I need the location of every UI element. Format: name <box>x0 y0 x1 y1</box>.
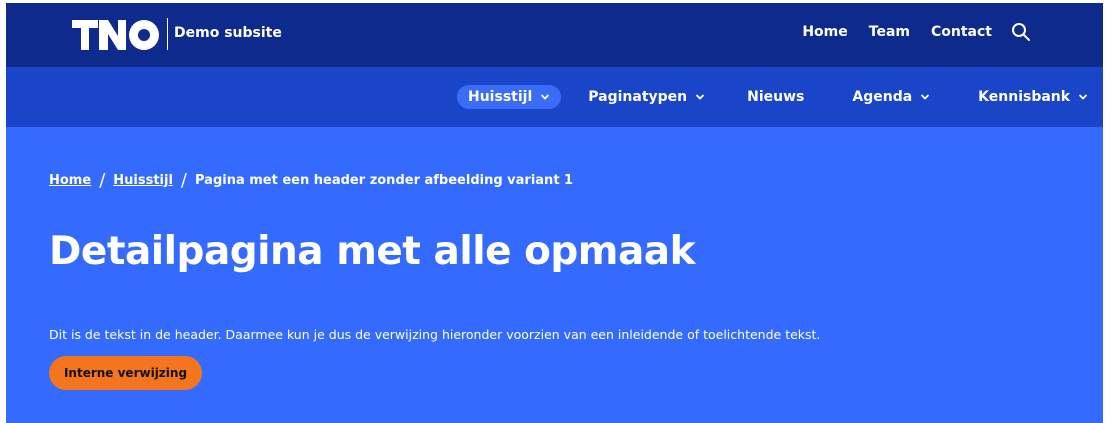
breadcrumb-home[interactable]: Home <box>49 173 91 188</box>
top-bar: Demo subsite Home Team Contact <box>6 3 1103 67</box>
breadcrumb-separator: / <box>99 170 106 191</box>
nav-item-nieuws[interactable]: Nieuws <box>736 85 815 109</box>
breadcrumb: Home / Huisstijl / Pagina met een header… <box>49 170 573 191</box>
top-link-contact[interactable]: Contact <box>931 24 992 40</box>
top-link-team[interactable]: Team <box>869 24 910 40</box>
nav-item-kennisbank[interactable]: Kennisbank <box>967 85 1099 109</box>
nav-label-paginatypen: Paginatypen <box>588 89 688 105</box>
nav-item-paginatypen[interactable]: Paginatypen <box>577 85 716 109</box>
breadcrumb-separator: / <box>180 170 187 191</box>
page-header: Home / Huisstijl / Pagina met een header… <box>6 127 1103 423</box>
nav-label-kennisbank: Kennisbank <box>978 89 1071 105</box>
chevron-down-icon <box>921 94 930 100</box>
subsite-name[interactable]: Demo subsite <box>174 25 282 41</box>
main-navigation: Huisstijl Paginatypen Nieuws Agenda Kenn… <box>6 67 1103 127</box>
header-intro-text: Dit is de tekst in de header. Daarmee ku… <box>49 326 821 342</box>
internal-link-button[interactable]: Interne verwijzing <box>49 356 202 390</box>
page-frame: Demo subsite Home Team Contact Huisstijl… <box>6 3 1103 423</box>
chevron-down-icon <box>695 94 705 100</box>
nav-item-agenda[interactable]: Agenda <box>841 85 941 109</box>
breadcrumb-huisstijl[interactable]: Huisstijl <box>113 173 173 188</box>
nav-label-agenda: Agenda <box>852 89 913 105</box>
tno-logo[interactable] <box>72 20 160 50</box>
breadcrumb-current: Pagina met een header zonder afbeelding … <box>195 173 574 188</box>
nav-label-huisstijl: Huisstijl <box>468 89 533 105</box>
logo-divider <box>167 18 168 50</box>
nav-item-huisstijl[interactable]: Huisstijl <box>457 85 562 109</box>
search-icon[interactable] <box>1011 22 1031 42</box>
nav-label-nieuws: Nieuws <box>747 89 805 105</box>
chevron-down-icon <box>541 94 550 100</box>
chevron-down-icon <box>1078 94 1088 100</box>
page-title: Detailpagina met alle opmaak <box>49 229 696 274</box>
top-navigation: Home Team Contact <box>802 22 1031 42</box>
top-link-home[interactable]: Home <box>802 24 847 40</box>
